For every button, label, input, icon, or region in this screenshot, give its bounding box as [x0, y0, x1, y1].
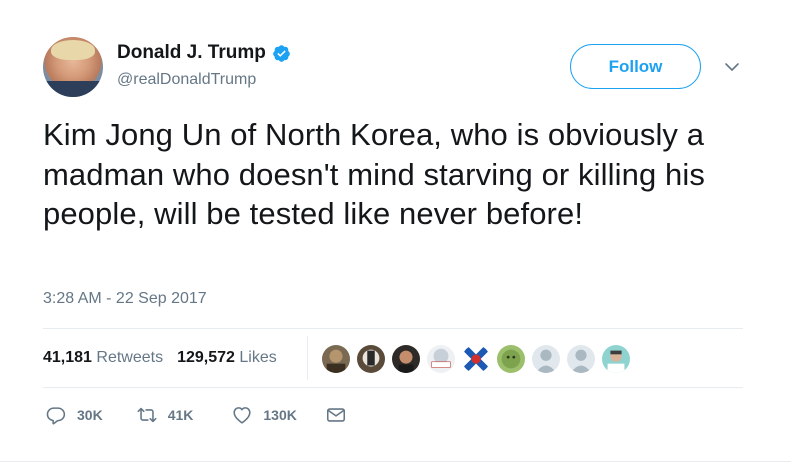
- divider: [43, 328, 743, 329]
- direct-message-button[interactable]: [325, 404, 347, 426]
- liker-avatar[interactable]: [601, 344, 631, 374]
- divider: [43, 387, 743, 388]
- liker-avatar[interactable]: [566, 344, 596, 374]
- avatar-hair: [51, 40, 95, 60]
- liker-avatar[interactable]: [426, 344, 456, 374]
- divider: [0, 461, 791, 462]
- tweet-card: Donald J. Trump @realDonaldTrump Follow …: [0, 0, 791, 467]
- likes-count: 129,572: [177, 349, 235, 366]
- likers-avatars: [321, 344, 631, 374]
- heart-icon: [233, 407, 251, 424]
- retweet-count: 41K: [167, 407, 194, 423]
- follow-button[interactable]: Follow: [570, 44, 701, 89]
- liker-avatar[interactable]: [356, 344, 386, 374]
- liker-avatar[interactable]: [461, 344, 491, 374]
- retweet-button[interactable]: 41K: [136, 404, 194, 426]
- retweets-count: 41,181: [43, 349, 92, 366]
- author-avatar[interactable]: [43, 37, 103, 97]
- author-name-row[interactable]: Donald J. Trump: [117, 42, 291, 64]
- retweets-label: Retweets: [96, 349, 164, 366]
- reply-count: 30K: [77, 407, 103, 423]
- liker-avatar[interactable]: [496, 344, 526, 374]
- like-count: 130K: [263, 407, 297, 423]
- likes-label: Likes: [239, 349, 277, 366]
- retweet-icon: [137, 407, 157, 423]
- avatar-suit: [43, 81, 103, 97]
- author-name[interactable]: Donald J. Trump: [117, 42, 266, 64]
- liker-avatar[interactable]: [531, 344, 561, 374]
- author-handle[interactable]: @realDonaldTrump: [117, 71, 256, 89]
- tweet-stats: 41,181 Retweets 129,572 Likes: [43, 349, 277, 367]
- liker-avatar[interactable]: [391, 344, 421, 374]
- like-button[interactable]: 130K: [231, 404, 297, 426]
- reply-button[interactable]: 30K: [45, 404, 103, 426]
- stats-separator: [307, 336, 308, 380]
- tweet-actions: 30K 41K 130K: [45, 404, 347, 426]
- verified-badge-icon: [273, 44, 290, 62]
- tweet-text: Kim Jong Un of North Korea, who is obvio…: [43, 117, 705, 231]
- chevron-down-icon[interactable]: [724, 60, 740, 74]
- likes-stat[interactable]: 129,572 Likes: [177, 349, 277, 367]
- retweets-stat[interactable]: 41,181 Retweets: [43, 349, 163, 367]
- reply-icon: [46, 407, 66, 425]
- tweet-timestamp[interactable]: 3:28 AM - 22 Sep 2017: [43, 290, 207, 308]
- message-icon: [326, 408, 345, 422]
- liker-avatar[interactable]: [321, 344, 351, 374]
